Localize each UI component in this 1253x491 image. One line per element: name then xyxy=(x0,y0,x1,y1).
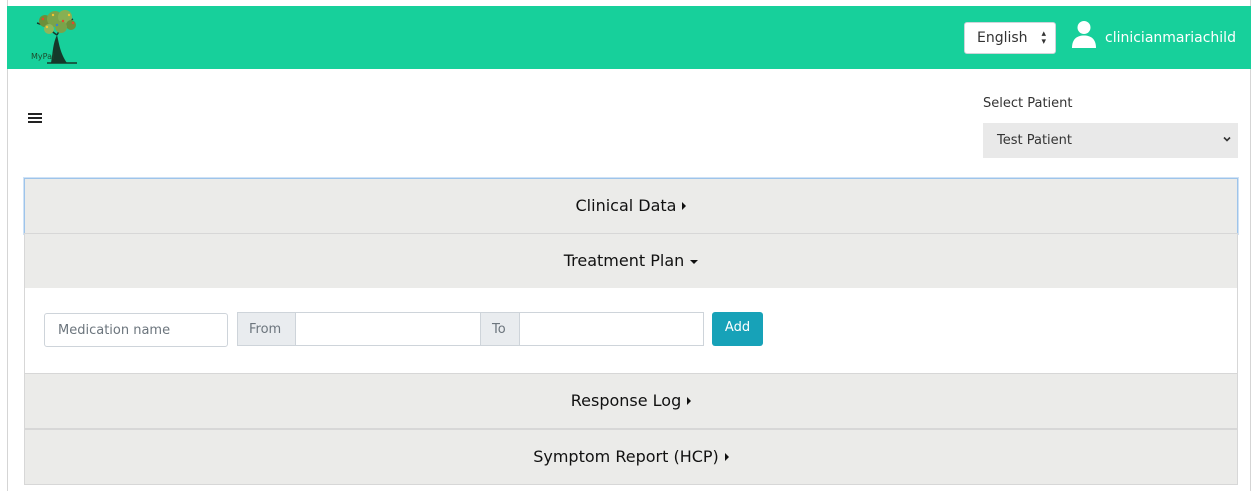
updown-arrows-icon: ▴ ▾ xyxy=(1041,29,1046,47)
language-value: English xyxy=(977,30,1028,46)
chevron-down-icon xyxy=(1223,136,1231,142)
accordion-response-log-label: Response Log xyxy=(570,391,682,410)
accordion-treatment-plan-label: Treatment Plan xyxy=(563,251,685,270)
mypal-logo[interactable]: MyPal xyxy=(27,9,87,65)
accordion-treatment-plan[interactable]: Treatment Plan xyxy=(24,233,1238,289)
page-right-border xyxy=(1250,0,1251,491)
caret-right-icon xyxy=(687,397,692,405)
from-label: From xyxy=(249,322,282,337)
accordion-symptom-report[interactable]: Symptom Report (HCP) xyxy=(24,429,1238,485)
caret-right-icon xyxy=(724,453,729,461)
username-link[interactable]: clinicianmariachild xyxy=(1105,30,1236,46)
caret-down-icon xyxy=(690,260,699,264)
accordion-symptom-report-label: Symptom Report (HCP) xyxy=(533,447,719,466)
top-navbar: MyPal English ▴ ▾ clinicianmariachild xyxy=(7,6,1251,69)
caret-right-icon xyxy=(682,202,687,210)
user-icon[interactable] xyxy=(1072,20,1096,48)
to-label: To xyxy=(492,322,506,337)
patient-select[interactable]: Test Patient xyxy=(983,123,1238,158)
logo-text: MyPal xyxy=(31,52,55,61)
medication-name-placeholder: Medication name xyxy=(58,323,171,338)
to-addon: To xyxy=(480,312,520,346)
language-select[interactable]: English ▴ ▾ xyxy=(964,22,1056,54)
add-medication-button[interactable]: Add xyxy=(712,312,763,346)
from-addon: From xyxy=(237,312,296,346)
hamburger-icon[interactable] xyxy=(28,113,42,123)
accordion-clinical-data-label: Clinical Data xyxy=(575,196,677,215)
select-patient-label: Select Patient xyxy=(983,96,1073,111)
accordion-response-log[interactable]: Response Log xyxy=(24,373,1238,429)
from-date-input[interactable] xyxy=(295,312,481,346)
page-left-border xyxy=(7,0,8,491)
medication-name-input[interactable]: Medication name xyxy=(44,313,228,347)
accordion-clinical-data[interactable]: Clinical Data xyxy=(24,178,1238,234)
to-date-input[interactable] xyxy=(519,312,704,346)
patient-select-value: Test Patient xyxy=(997,133,1072,148)
